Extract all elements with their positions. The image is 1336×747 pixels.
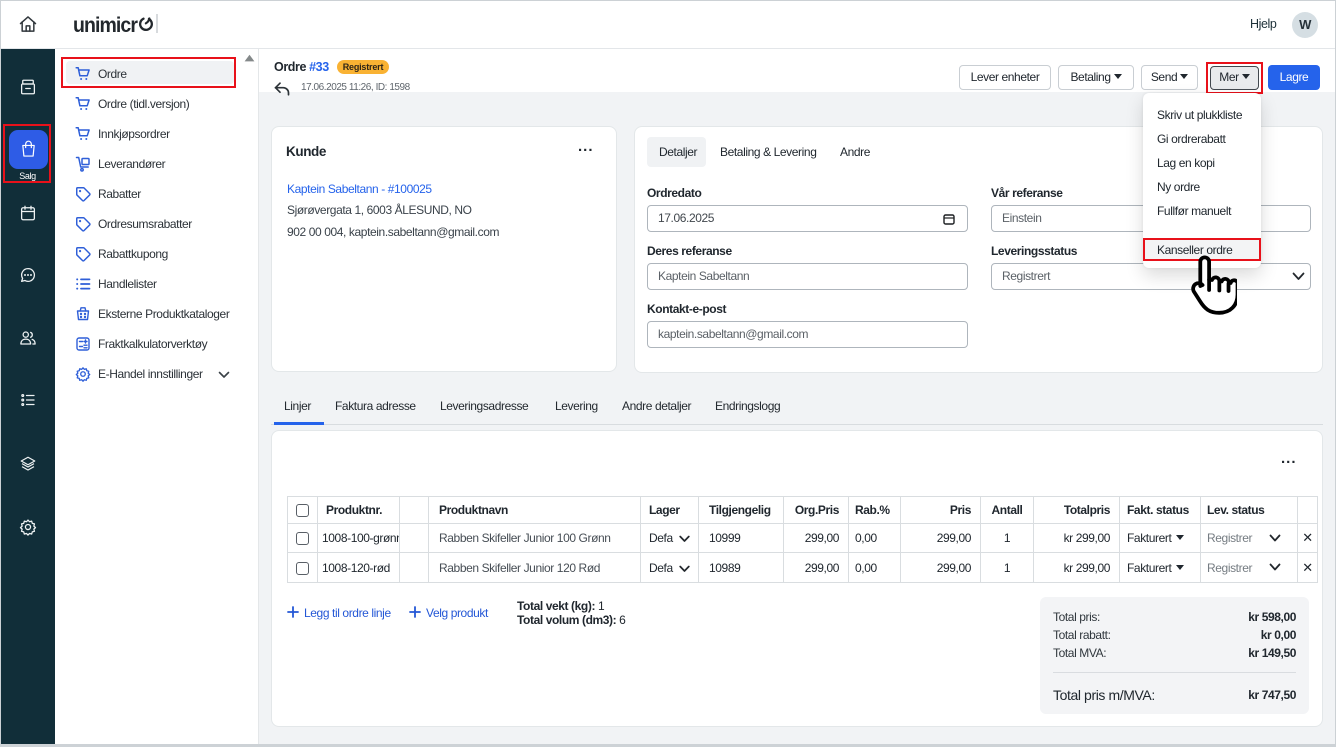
svg-text:unimicr: unimicr [73, 14, 138, 37]
